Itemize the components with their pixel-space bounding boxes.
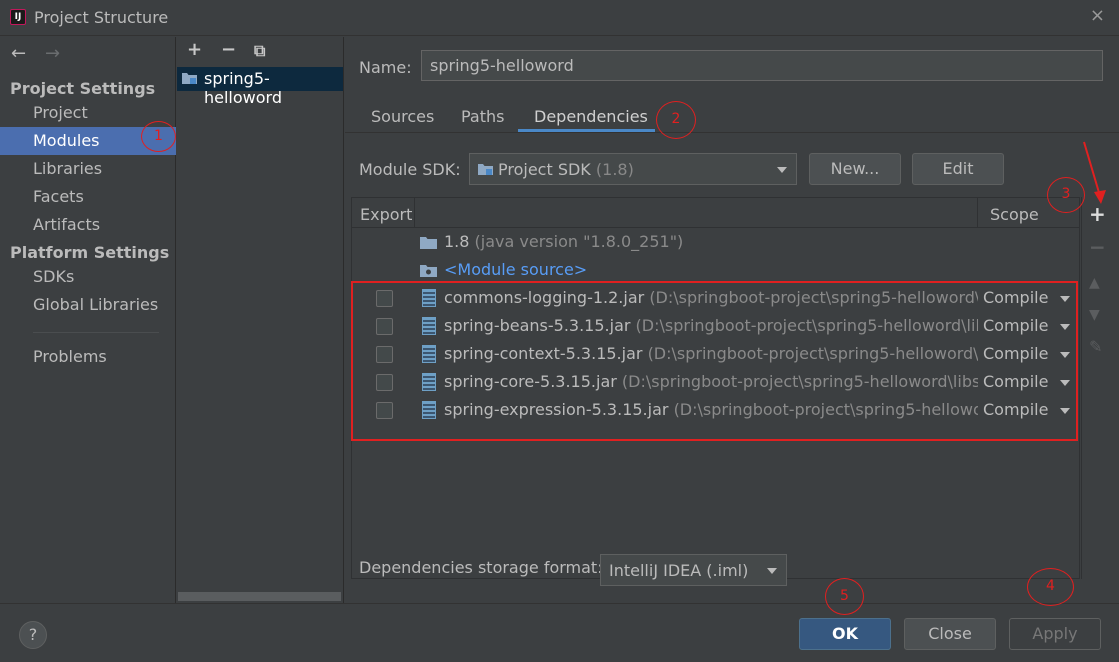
new-sdk-button[interactable]: New... <box>809 153 901 185</box>
sidebar-item-sdks[interactable]: SDKs <box>0 263 176 291</box>
annotation-marker-5: 5 <box>825 578 864 615</box>
window-title: Project Structure <box>34 8 169 27</box>
project-settings-heading: Project Settings <box>10 79 156 98</box>
apply-button[interactable]: Apply <box>1009 618 1101 650</box>
add-module-icon[interactable]: + <box>187 39 202 60</box>
storage-format-label: Dependencies storage format: <box>359 558 603 577</box>
title-bar: IJ Project Structure × <box>0 0 1119 36</box>
sidebar-divider <box>33 332 159 333</box>
table-header: Export Scope <box>352 198 1079 228</box>
close-button[interactable]: Close <box>904 618 996 650</box>
sdk-folder-icon <box>420 237 437 249</box>
sdk-folder-icon <box>478 164 493 175</box>
annotation-highlight-box <box>351 281 1078 441</box>
close-window-button[interactable]: × <box>1090 5 1105 26</box>
remove-module-icon[interactable]: − <box>221 39 236 60</box>
dialog-footer: ? OK Close Apply <box>0 603 1119 662</box>
tabs-divider <box>345 132 1119 133</box>
tab-sources[interactable]: Sources <box>371 107 434 126</box>
storage-format-value: IntelliJ IDEA (.iml) <box>609 561 749 580</box>
intellij-icon: IJ <box>10 9 26 25</box>
annotation-marker-4: 4 <box>1027 568 1074 606</box>
move-down-icon[interactable]: ▼ <box>1089 307 1100 323</box>
chevron-down-icon <box>767 568 777 574</box>
sdk-version: (1.8) <box>595 160 634 179</box>
help-button[interactable]: ? <box>19 621 47 649</box>
module-name-input[interactable]: spring5-helloword <box>421 50 1103 81</box>
copy-module-icon[interactable]: ⧉ <box>254 41 265 61</box>
module-list-panel: + − ⧉ spring5-helloword <box>177 37 344 603</box>
platform-settings-heading: Platform Settings <box>10 243 170 262</box>
sdk-row-label: 1.8 (java version "1.8.0_251") <box>444 232 684 251</box>
tab-dependencies[interactable]: Dependencies <box>534 107 648 126</box>
column-divider <box>414 198 415 228</box>
ok-button[interactable]: OK <box>799 618 891 650</box>
column-header-scope[interactable]: Scope <box>990 205 1039 224</box>
tab-paths[interactable]: Paths <box>461 107 504 126</box>
sdk-value: Project SDK <box>498 160 591 179</box>
sidebar-item-facets[interactable]: Facets <box>0 183 176 211</box>
back-arrow-icon[interactable]: ← <box>11 43 26 64</box>
move-up-icon[interactable]: ▲ <box>1089 275 1100 291</box>
sidebar-item-global-libraries[interactable]: Global Libraries <box>0 291 176 319</box>
name-label: Name: <box>359 58 412 77</box>
module-sdk-label: Module SDK: <box>359 160 461 179</box>
sidebar-item-problems[interactable]: Problems <box>0 343 176 371</box>
forward-arrow-icon[interactable]: → <box>45 43 60 64</box>
module-source-label: <Module source> <box>444 260 588 279</box>
table-row-sdk[interactable]: 1.8 (java version "1.8.0_251") <box>352 229 1079 257</box>
annotation-marker-2: 2 <box>656 101 696 139</box>
column-divider <box>977 198 978 228</box>
remove-dependency-icon[interactable]: − <box>1089 235 1106 259</box>
module-source-folder-icon <box>420 265 437 277</box>
sidebar-item-artifacts[interactable]: Artifacts <box>0 211 176 239</box>
edit-dependency-icon[interactable]: ✎ <box>1089 337 1102 356</box>
sidebar-item-libraries[interactable]: Libraries <box>0 155 176 183</box>
edit-sdk-button[interactable]: Edit <box>912 153 1004 185</box>
module-list-item[interactable]: spring5-helloword <box>177 67 343 107</box>
chevron-down-icon <box>777 167 787 173</box>
module-list-scrollbar[interactable] <box>178 592 341 601</box>
module-sdk-select[interactable]: Project SDK (1.8) <box>469 153 797 185</box>
annotation-marker-1: 1 <box>141 121 176 152</box>
module-list-item-label: spring5-helloword <box>204 69 282 107</box>
dependencies-toolbar: + − ▲ ▼ ✎ <box>1081 197 1109 579</box>
storage-format-select[interactable]: IntelliJ IDEA (.iml) <box>600 554 787 586</box>
module-folder-icon <box>182 73 197 84</box>
column-header-export[interactable]: Export <box>360 205 412 224</box>
annotation-arrow-icon <box>1083 141 1106 204</box>
